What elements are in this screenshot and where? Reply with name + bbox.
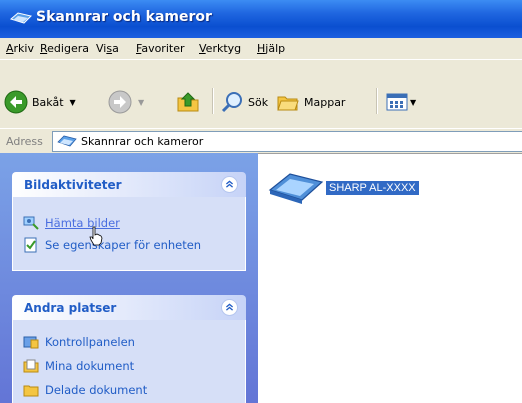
folder-icon — [23, 385, 39, 397]
other-places-header[interactable]: Andra platser — [12, 295, 246, 320]
hand-cursor-icon — [89, 226, 103, 246]
other-places-title: Andra platser — [24, 301, 117, 315]
menu-edit[interactable]: Redigera — [40, 42, 89, 55]
scanner-camera-icon — [57, 135, 77, 147]
menu-tools[interactable]: Verktyg — [199, 42, 241, 55]
back-label: Bakåt — [32, 95, 64, 109]
views-dropdown-arrow-icon[interactable]: ▼ — [410, 98, 416, 107]
menu-bar: Arkiv Redigera Visa Favoriter Verktyg Hj… — [0, 38, 522, 60]
folders-button[interactable]: Mappar — [276, 88, 345, 116]
task-device-properties[interactable]: Se egenskaper för enheten — [23, 237, 201, 253]
menu-favorites[interactable]: Favoriter — [136, 42, 185, 55]
task-device-properties-label: Se egenskaper för enheten — [45, 238, 202, 252]
folders-label: Mappar — [304, 95, 346, 109]
place-shared-documents[interactable]: Delade dokument — [23, 382, 147, 398]
task-get-pictures-label: Hämta bilder — [45, 216, 120, 230]
task-get-pictures[interactable]: Hämta bilder — [23, 215, 120, 231]
forward-button[interactable]: ▼ — [108, 88, 144, 116]
toolbar-separator — [376, 88, 378, 114]
scanner-camera-icon — [10, 12, 32, 24]
back-dropdown-arrow-icon[interactable]: ▼ — [70, 98, 76, 107]
search-icon — [221, 92, 242, 113]
folder-icon — [23, 359, 39, 373]
search-label: Sök — [248, 95, 269, 109]
forward-dropdown-arrow-icon[interactable]: ▼ — [138, 98, 144, 107]
place-shared-documents-label: Delade dokument — [45, 383, 148, 397]
views-icon — [386, 93, 408, 111]
window-title: Skannrar och kameror — [36, 9, 212, 25]
address-value: Skannrar och kameror — [81, 135, 204, 148]
collapse-chevron-icon[interactable] — [221, 176, 238, 193]
title-bar[interactable]: Skannrar och kameror — [0, 0, 522, 38]
address-bar: Adress Skannrar och kameror — [0, 128, 522, 154]
picture-tasks-body: Hämta bilder Se egenskaper för enheten — [12, 197, 246, 271]
forward-arrow-icon — [108, 90, 132, 114]
up-folder-button[interactable] — [176, 88, 200, 116]
back-arrow-icon — [4, 90, 28, 114]
scanner-icon — [268, 173, 324, 204]
address-field[interactable]: Skannrar och kameror — [52, 131, 522, 152]
toolbar-separator — [212, 88, 214, 114]
address-label: Adress — [6, 135, 43, 148]
place-control-panel-label: Kontrollpanelen — [45, 335, 135, 349]
device-item[interactable]: SHARP AL-XXXX — [268, 170, 419, 206]
picture-tasks-header[interactable]: Bildaktiviteter — [12, 172, 246, 197]
menu-file[interactable]: Arkiv — [6, 42, 34, 55]
folders-icon — [277, 96, 299, 111]
get-pictures-icon — [23, 216, 39, 230]
other-places-body: Kontrollpanelen Mina dokument Delade dok… — [12, 320, 246, 403]
back-button[interactable]: Bakåt ▼ — [4, 88, 76, 116]
search-button[interactable]: Sök — [220, 88, 268, 116]
properties-icon — [24, 237, 37, 253]
device-label: SHARP AL-XXXX — [326, 181, 419, 195]
place-my-documents[interactable]: Mina dokument — [23, 358, 134, 374]
menu-help[interactable]: Hjälp — [257, 42, 285, 55]
place-my-documents-label: Mina dokument — [45, 359, 135, 373]
collapse-chevron-icon[interactable] — [221, 299, 238, 316]
up-folder-icon — [177, 92, 199, 112]
menu-view[interactable]: Visa — [96, 42, 119, 55]
picture-tasks-title: Bildaktiviteter — [24, 178, 122, 192]
control-panel-icon — [23, 336, 39, 349]
place-control-panel[interactable]: Kontrollpanelen — [23, 334, 135, 350]
views-button[interactable]: ▼ — [386, 88, 416, 116]
